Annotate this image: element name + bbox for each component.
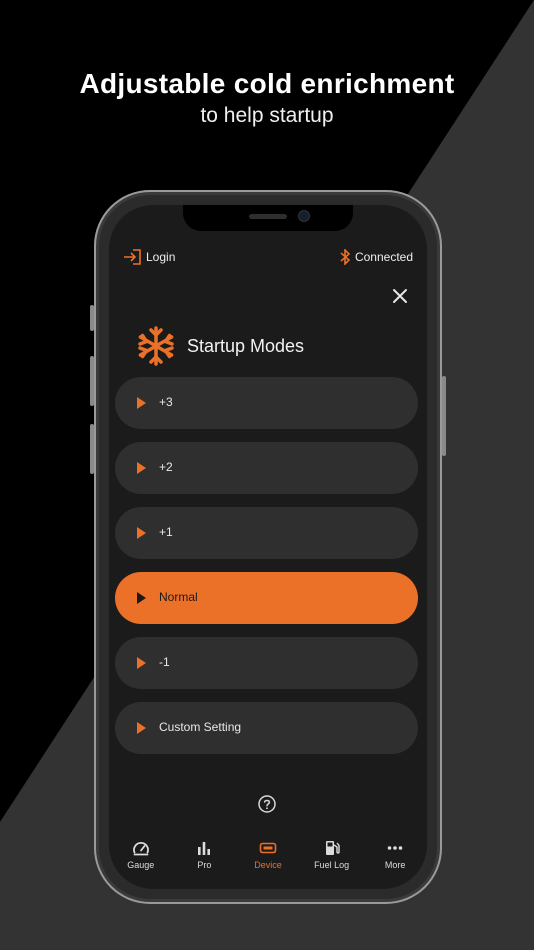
bar-chart-icon xyxy=(198,842,211,855)
mode-label: +2 xyxy=(159,460,173,474)
modes-header: Startup Modes xyxy=(135,325,304,367)
connection-status[interactable]: Connected xyxy=(339,249,413,265)
phone-power-button xyxy=(442,376,446,456)
phone-screen: Login Connected Startup Modes +3 +2 +1 N… xyxy=(109,205,427,889)
mode-label: +3 xyxy=(159,395,173,409)
phone-volume-up xyxy=(90,356,94,406)
phone-volume-down xyxy=(90,424,94,474)
mode-item-normal[interactable]: Normal xyxy=(115,572,418,624)
phone-side-button xyxy=(90,305,94,331)
tab-device[interactable]: Device xyxy=(236,839,300,889)
mode-label: Custom Setting xyxy=(159,720,242,734)
startup-mode-list: +3 +2 +1 Normal -1 Custom Setting xyxy=(115,377,418,767)
tab-gauge[interactable]: Gauge xyxy=(109,839,173,889)
mode-item-plus3[interactable]: +3 xyxy=(115,377,418,429)
close-icon[interactable] xyxy=(389,285,411,307)
headline: Adjustable cold enrichment xyxy=(79,68,455,99)
login-icon xyxy=(124,249,141,265)
connection-status-label: Connected xyxy=(354,250,413,264)
speaker xyxy=(249,214,287,219)
mode-label: -1 xyxy=(159,655,170,669)
login-label: Login xyxy=(146,250,176,264)
front-camera xyxy=(299,211,309,221)
fuel-pump-icon xyxy=(325,841,340,855)
tab-label: Fuel Log xyxy=(314,860,350,870)
bluetooth-icon xyxy=(340,249,351,265)
tab-label: Pro xyxy=(197,860,212,870)
play-icon xyxy=(137,527,146,539)
play-icon xyxy=(137,722,146,734)
tab-label: Gauge xyxy=(127,860,155,870)
modes-title: Startup Modes xyxy=(187,335,305,356)
gauge-icon xyxy=(132,842,149,856)
tab-label: Device xyxy=(254,860,282,870)
mode-item-minus1[interactable]: -1 xyxy=(115,637,418,689)
tab-fuel-log[interactable]: Fuel Log xyxy=(300,839,364,889)
play-icon xyxy=(137,462,146,474)
subheadline: to help startup xyxy=(200,104,334,127)
tab-label: More xyxy=(384,860,406,870)
mode-item-plus1[interactable]: +1 xyxy=(115,507,418,559)
mode-label: +1 xyxy=(159,525,173,539)
play-icon xyxy=(137,657,146,669)
snowflake-icon xyxy=(138,326,174,366)
notch xyxy=(183,205,353,231)
help-icon[interactable] xyxy=(258,795,276,813)
mode-item-plus2[interactable]: +2 xyxy=(115,442,418,494)
tab-pro[interactable]: Pro xyxy=(173,839,237,889)
top-bar: Login Connected xyxy=(123,249,413,273)
more-dots-icon xyxy=(387,846,403,850)
mode-label: Normal xyxy=(159,590,198,604)
tab-more[interactable]: More xyxy=(363,839,427,889)
login-button[interactable]: Login xyxy=(123,249,175,265)
device-icon xyxy=(259,842,277,854)
mode-item-custom-setting[interactable]: Custom Setting xyxy=(115,702,418,754)
play-icon xyxy=(137,397,146,409)
bottom-tab-bar: Gauge Pro Device Fuel Log More xyxy=(109,839,427,889)
play-icon xyxy=(137,592,146,604)
